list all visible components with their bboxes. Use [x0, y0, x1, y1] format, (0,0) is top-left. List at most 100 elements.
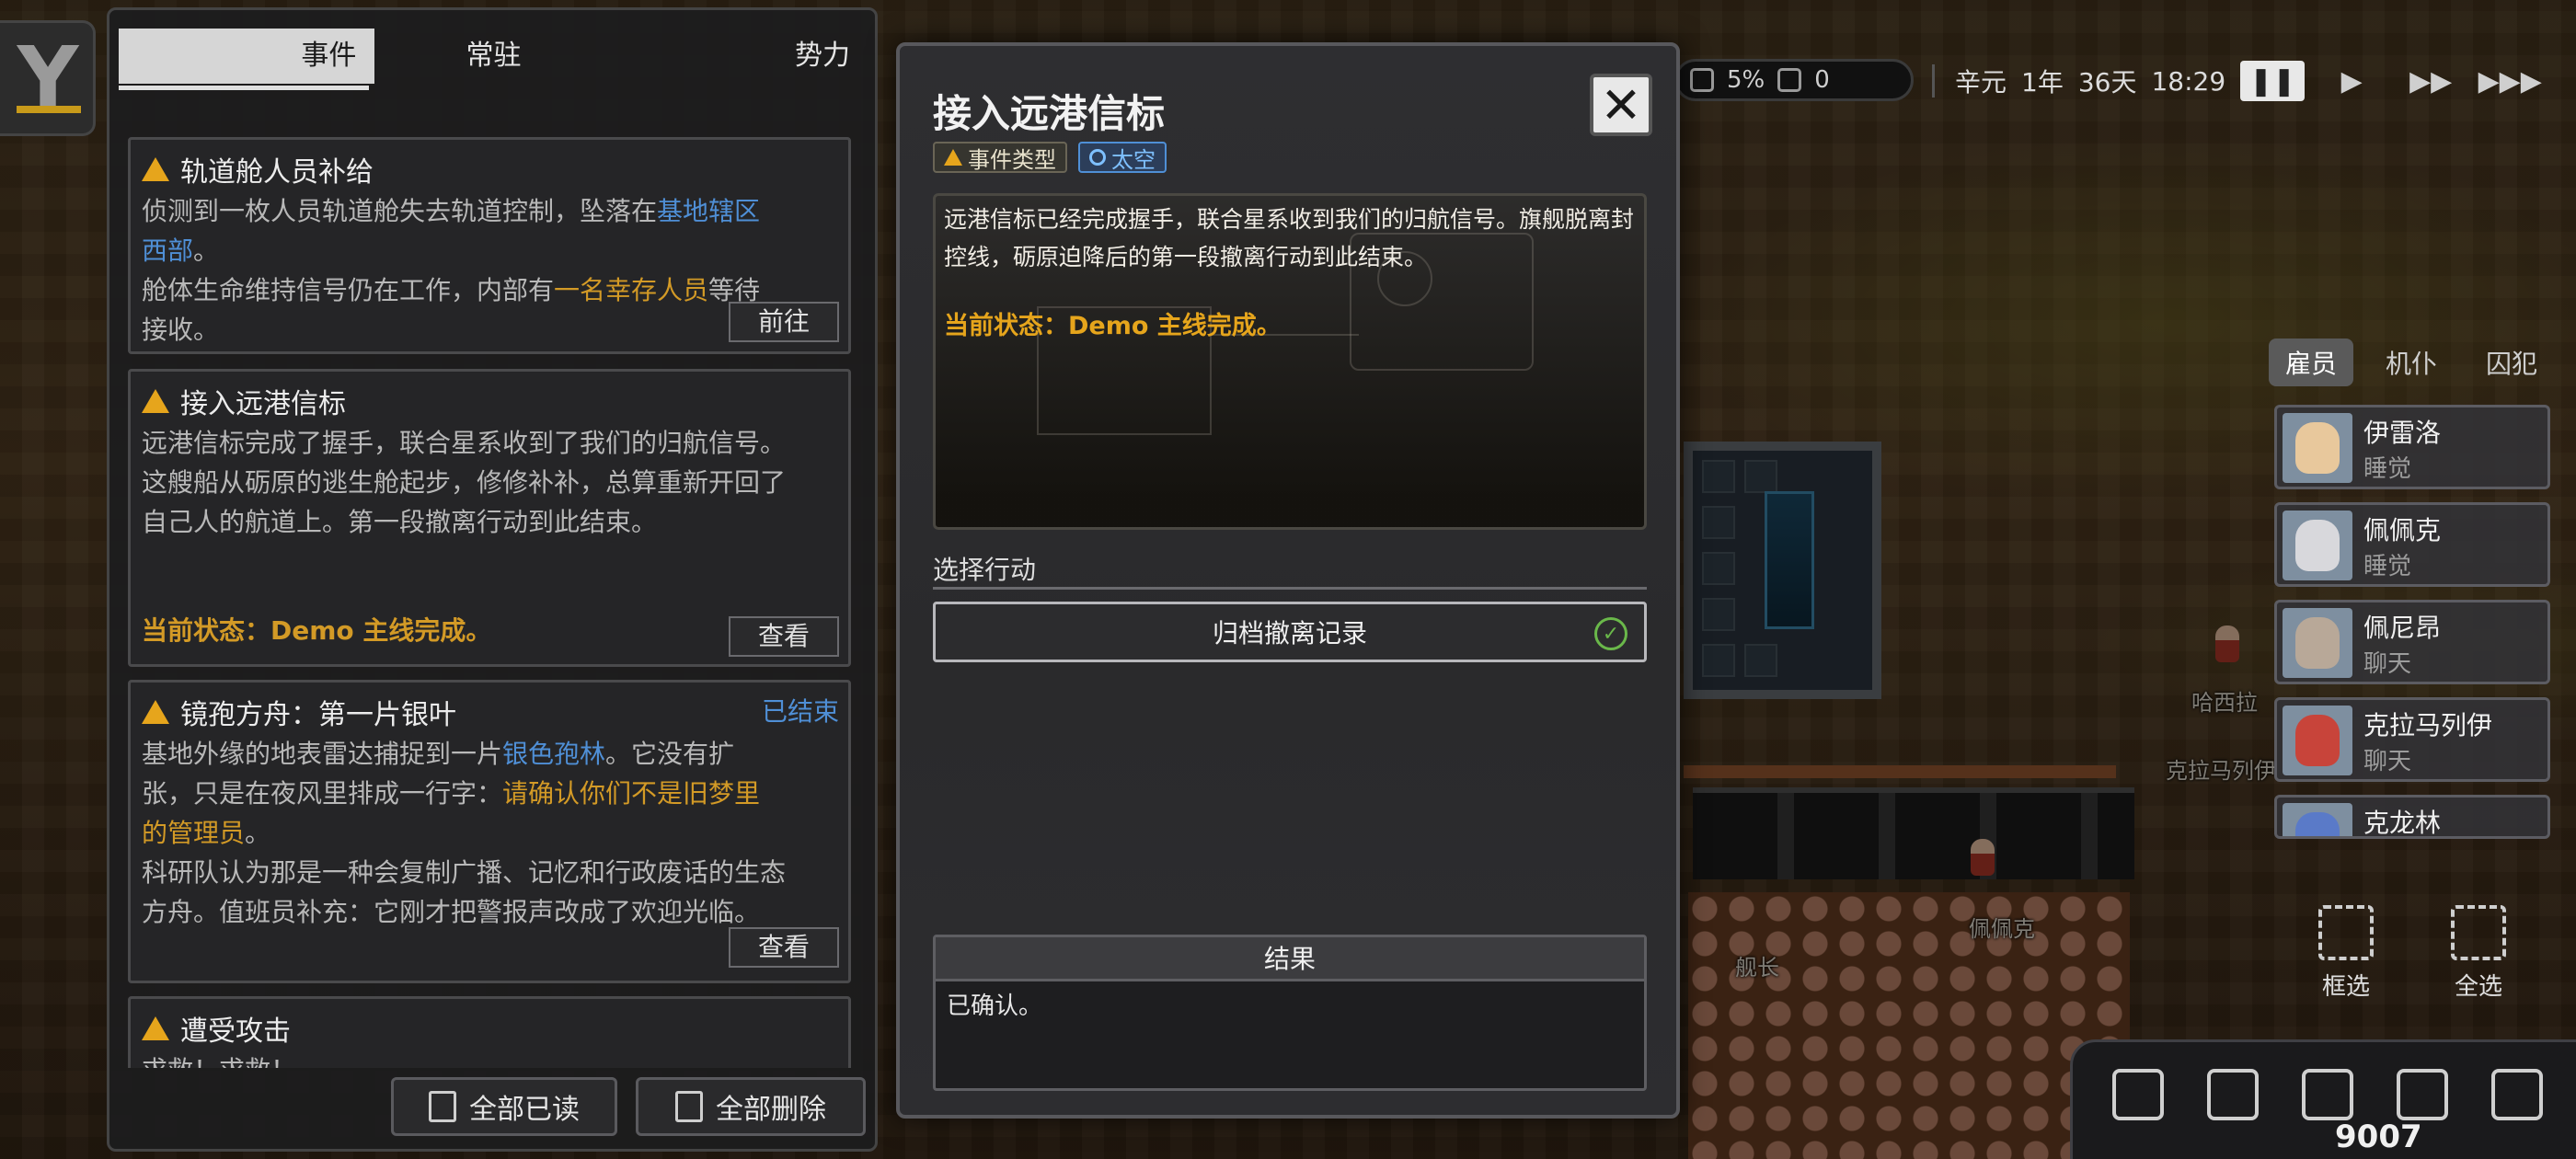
- power-icon: [1690, 68, 1714, 92]
- active-tab-indicator: [119, 86, 369, 90]
- research-flask-icon[interactable]: [2112, 1069, 2165, 1120]
- event-title: 轨道舱人员补给: [142, 149, 374, 189]
- fastest-button[interactable]: ▶▶▶: [2478, 61, 2542, 101]
- event-item[interactable]: 镜孢方舟：第一片银叶 已结束 基地外缘的地表雷达捕捉到一片银色孢林。它没有扩张，…: [128, 680, 851, 983]
- event-state-badge: 已结束: [761, 696, 839, 727]
- colonist-name: 克龙林: [2363, 808, 2442, 838]
- view-button[interactable]: 查看: [729, 616, 839, 657]
- colonist-status: 聊天: [2363, 650, 2412, 678]
- resource-status-bar: 5% 0: [1674, 59, 1914, 101]
- warning-icon: [142, 157, 169, 181]
- power-percent: 5%: [1727, 66, 1765, 94]
- fast-forward-button[interactable]: ▶▶: [2398, 61, 2463, 101]
- alert-count: 0: [1814, 66, 1830, 94]
- box-select-label: 框选: [2321, 973, 2370, 1001]
- year-label: 1年: [2021, 67, 2064, 98]
- main-toolbar: 9007: [2070, 1039, 2576, 1159]
- time-controls: 辛元 1年 36天 18:29 ❚❚ ▶ ▶▶ ▶▶▶: [1932, 55, 2576, 107]
- event-item[interactable]: 轨道舱人员补给 侦测到一枚人员轨道舱失去轨道控制，坠落在基地辖区西部。 舱体生命…: [128, 137, 851, 354]
- view-button[interactable]: 查看: [729, 927, 839, 968]
- colonist-name: 伊雷洛: [2363, 418, 2442, 448]
- event-title: 接入远港信标: [142, 381, 346, 421]
- avatar: [2283, 803, 2352, 836]
- play-button[interactable]: ▶: [2319, 61, 2384, 101]
- event-body: 侦测到一枚人员轨道舱失去轨道控制，坠落在基地辖区西部。 舱体生命维持信号仍在工作…: [142, 196, 761, 345]
- event-status: 当前状态：Demo 主线完成。: [142, 615, 492, 646]
- tab-events[interactable]: 事件: [119, 29, 375, 84]
- storage-folder-icon[interactable]: [2396, 1069, 2448, 1120]
- buildings-icon[interactable]: [2207, 1069, 2260, 1120]
- resource-count: 9007: [2335, 1119, 2422, 1155]
- event-item[interactable]: 接入远港信标 远港信标完成了握手，联合星系收到了我们的归航信号。这艘船从砺原的逃…: [128, 369, 851, 667]
- orbit-icon: [1089, 149, 1106, 166]
- event-type-tag: 事件类型: [933, 142, 1067, 173]
- select-all-icon: [2451, 905, 2506, 960]
- event-tabs: 事件 常驻 势力: [119, 19, 868, 93]
- colonist-card[interactable]: 伊雷洛 睡觉: [2274, 405, 2550, 489]
- result-title: 结果: [936, 937, 1644, 981]
- trash-icon: [675, 1091, 703, 1122]
- warning-icon: [142, 700, 169, 724]
- select-all-label: 全选: [2454, 973, 2502, 1001]
- colonist-card[interactable]: 克拉马列伊 聊天: [2274, 697, 2550, 782]
- dialog-description: 远港信标已经完成握手，联合星系收到我们的归航信号。旗舰脱离封控线，砺原迫降后的第…: [944, 206, 1635, 270]
- survivor-link[interactable]: 一名幸存人员: [554, 275, 708, 305]
- game-logo[interactable]: Y: [0, 20, 96, 136]
- check-icon: ✓: [1594, 617, 1627, 650]
- logo-accent-bar: [17, 106, 81, 113]
- event-item[interactable]: 遭受攻击 求救！求救！: [128, 996, 851, 1068]
- forest-link[interactable]: 银色孢林: [502, 739, 605, 769]
- tab-servitors[interactable]: 机仆: [2369, 339, 2454, 386]
- menu-icon[interactable]: [2490, 1069, 2543, 1120]
- result-text: 已确认。: [947, 993, 1043, 1020]
- box-select-tool[interactable]: 框选: [2309, 905, 2383, 1002]
- divider: [933, 587, 1647, 590]
- warning-icon: [142, 389, 169, 413]
- colonist-status: 睡觉: [2363, 455, 2412, 483]
- dialog-tags: 事件类型 太空: [933, 142, 1167, 173]
- event-title: 遭受攻击: [142, 1008, 291, 1049]
- clock-label: 18:29: [2151, 65, 2226, 97]
- event-title: 镜孢方舟：第一片银叶: [142, 692, 456, 732]
- dialog-title: 接入远港信标: [933, 91, 1166, 136]
- alert-count-icon: [1777, 68, 1802, 92]
- tab-prisoners[interactable]: 囚犯: [2469, 339, 2554, 386]
- select-all-tool[interactable]: 全选: [2442, 905, 2515, 1002]
- colonist-name: 佩佩克: [2363, 515, 2442, 545]
- colonist-card[interactable]: 佩佩克 睡觉: [2274, 502, 2550, 587]
- event-body: 求救！求救！: [142, 1050, 786, 1068]
- result-box: 结果 已确认。: [933, 935, 1647, 1091]
- goto-button[interactable]: 前往: [729, 302, 839, 342]
- pause-button[interactable]: ❚❚: [2240, 61, 2306, 101]
- resources-cube-icon[interactable]: [2301, 1069, 2353, 1120]
- event-list[interactable]: 轨道舱人员补给 侦测到一枚人员轨道舱失去轨道控制，坠落在基地辖区西部。 舱体生命…: [128, 120, 860, 1068]
- close-icon: ✕: [1600, 75, 1642, 134]
- tab-ongoing[interactable]: 常驻: [374, 29, 612, 84]
- event-dialog: 接入远港信标 ✕ 事件类型 太空 远港信标已经完成握手，联合星系收到我们的归航信…: [896, 42, 1680, 1119]
- event-body: 远港信标完成了握手，联合星系收到了我们的归航信号。这艘船从砺原的逃生舱起步，修修…: [142, 428, 787, 537]
- warning-icon: [944, 149, 962, 166]
- space-tag: 太空: [1078, 142, 1167, 173]
- colonist-list: 伊雷洛 睡觉 佩佩克 睡觉 佩尼昂 聊天 克拉马列伊 聊天 克龙林: [2274, 405, 2550, 852]
- colonist-card[interactable]: 克龙林: [2274, 795, 2550, 839]
- close-button[interactable]: ✕: [1590, 74, 1652, 136]
- event-panel: 事件 常驻 势力 轨道舱人员补给 侦测到一枚人员轨道舱失去轨道控制，坠落在基地辖…: [107, 7, 878, 1152]
- document-icon: [429, 1091, 456, 1122]
- avatar: [2283, 413, 2352, 483]
- avatar: [2283, 511, 2352, 580]
- colonist-name: 佩尼昂: [2363, 613, 2442, 643]
- avatar: [2283, 608, 2352, 678]
- mark-all-read-button[interactable]: 全部已读: [391, 1077, 617, 1136]
- delete-all-button[interactable]: 全部删除: [636, 1077, 866, 1136]
- colonist-tabs: 雇员 机仆 囚犯: [2269, 339, 2554, 386]
- tab-employees[interactable]: 雇员: [2269, 339, 2354, 386]
- divider: [1932, 64, 1935, 98]
- colonist-status: 睡觉: [2363, 553, 2412, 580]
- dialog-status: 当前状态：Demo 主线完成。: [944, 312, 1282, 340]
- tab-factions[interactable]: 势力: [613, 29, 868, 84]
- avatar: [2283, 706, 2352, 775]
- event-body: 基地外缘的地表雷达捕捉到一片银色孢林。它没有扩张，只是在夜风里排成一行字：请确认…: [142, 739, 787, 927]
- colonist-card[interactable]: 佩尼昂 聊天: [2274, 600, 2550, 684]
- archive-record-button[interactable]: 归档撤离记录 ✓: [933, 602, 1647, 662]
- day-label: 36天: [2077, 67, 2137, 98]
